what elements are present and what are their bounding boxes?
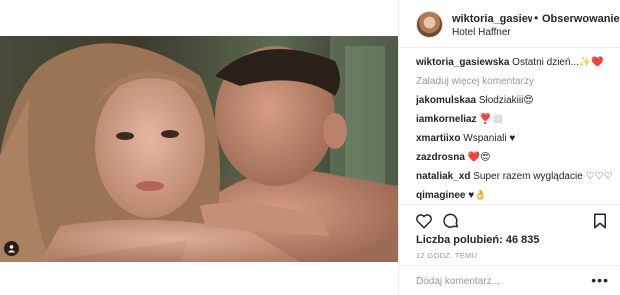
comment-username[interactable]: nataliak_xd — [416, 171, 470, 182]
user-tag-icon[interactable] — [4, 241, 19, 256]
caption-text: Ostatni dzień...✨❤️ — [512, 57, 604, 68]
bookmark-icon[interactable] — [591, 212, 609, 230]
comment-text: ❤️😍 — [467, 152, 491, 163]
comment-text: Słodziakiii😍 — [478, 95, 534, 106]
comment-username[interactable]: qimaginee — [416, 190, 465, 201]
comment-text: Super razem wyglądacie ♡♡♡ — [473, 171, 613, 182]
photo-column — [0, 0, 398, 295]
comment-item: nataliak_xd Super razem wyglądacie ♡♡♡ — [416, 170, 616, 183]
comment-input[interactable] — [416, 273, 586, 289]
author-username[interactable]: wiktoria_gasiewska — [452, 13, 532, 25]
comment-username[interactable]: iamkorneliaz — [416, 114, 477, 125]
comments-list: wiktoria_gasiewska Ostatni dzień...✨❤️ Z… — [416, 56, 616, 204]
instagram-post-view: wiktoria_gasiewska • Obserwowanie Hotel … — [0, 0, 620, 295]
post-header: wiktoria_gasiewska • Obserwowanie Hotel … — [399, 0, 620, 48]
likes-count[interactable]: Liczba polubień: 46 835 — [416, 234, 540, 246]
photo-image — [0, 36, 398, 262]
comment-icon[interactable] — [442, 212, 460, 230]
comment-item: iamkorneliaz ❣️◻️ — [416, 113, 616, 126]
comment-item: zazdrosna ❤️😍 — [416, 151, 616, 164]
location-link[interactable]: Hotel Haffner — [452, 27, 511, 38]
post-timestamp: 12 GODZ. TEMU — [416, 251, 478, 260]
comment-item: qimaginee ♥👌 — [416, 189, 616, 202]
likes-number: 46 835 — [505, 234, 540, 246]
comment-item: jakomulskaa Słodziakiii😍 — [416, 94, 616, 107]
following-button[interactable]: Obserwowanie — [542, 13, 620, 25]
caption-username[interactable]: wiktoria_gasiewska — [416, 57, 509, 68]
comment-item: xmartiixo Wspaniali ♥ — [416, 132, 616, 145]
comment-username[interactable]: zazdrosna — [416, 152, 465, 163]
load-more-comments-button[interactable]: Załaduj więcej komentarzy — [416, 75, 616, 88]
caption: wiktoria_gasiewska Ostatni dzień...✨❤️ — [416, 56, 616, 69]
avatar[interactable] — [416, 11, 443, 38]
heart-icon[interactable] — [415, 212, 433, 230]
comment-text: ♥👌 — [468, 190, 487, 201]
more-icon[interactable]: ••• — [591, 272, 609, 288]
post-photo[interactable] — [0, 36, 398, 262]
separator-dot: • — [534, 11, 539, 25]
action-bar — [399, 204, 620, 234]
comment-text: Wspaniali ♥ — [463, 133, 516, 144]
comment-username[interactable]: jakomulskaa — [416, 95, 476, 106]
add-comment-bar: ••• — [399, 265, 620, 295]
likes-label: Liczba polubień: — [416, 234, 503, 246]
post-details-panel: wiktoria_gasiewska • Obserwowanie Hotel … — [398, 0, 620, 295]
comment-username[interactable]: xmartiixo — [416, 133, 460, 144]
comment-text: ❣️◻️ — [479, 114, 505, 125]
